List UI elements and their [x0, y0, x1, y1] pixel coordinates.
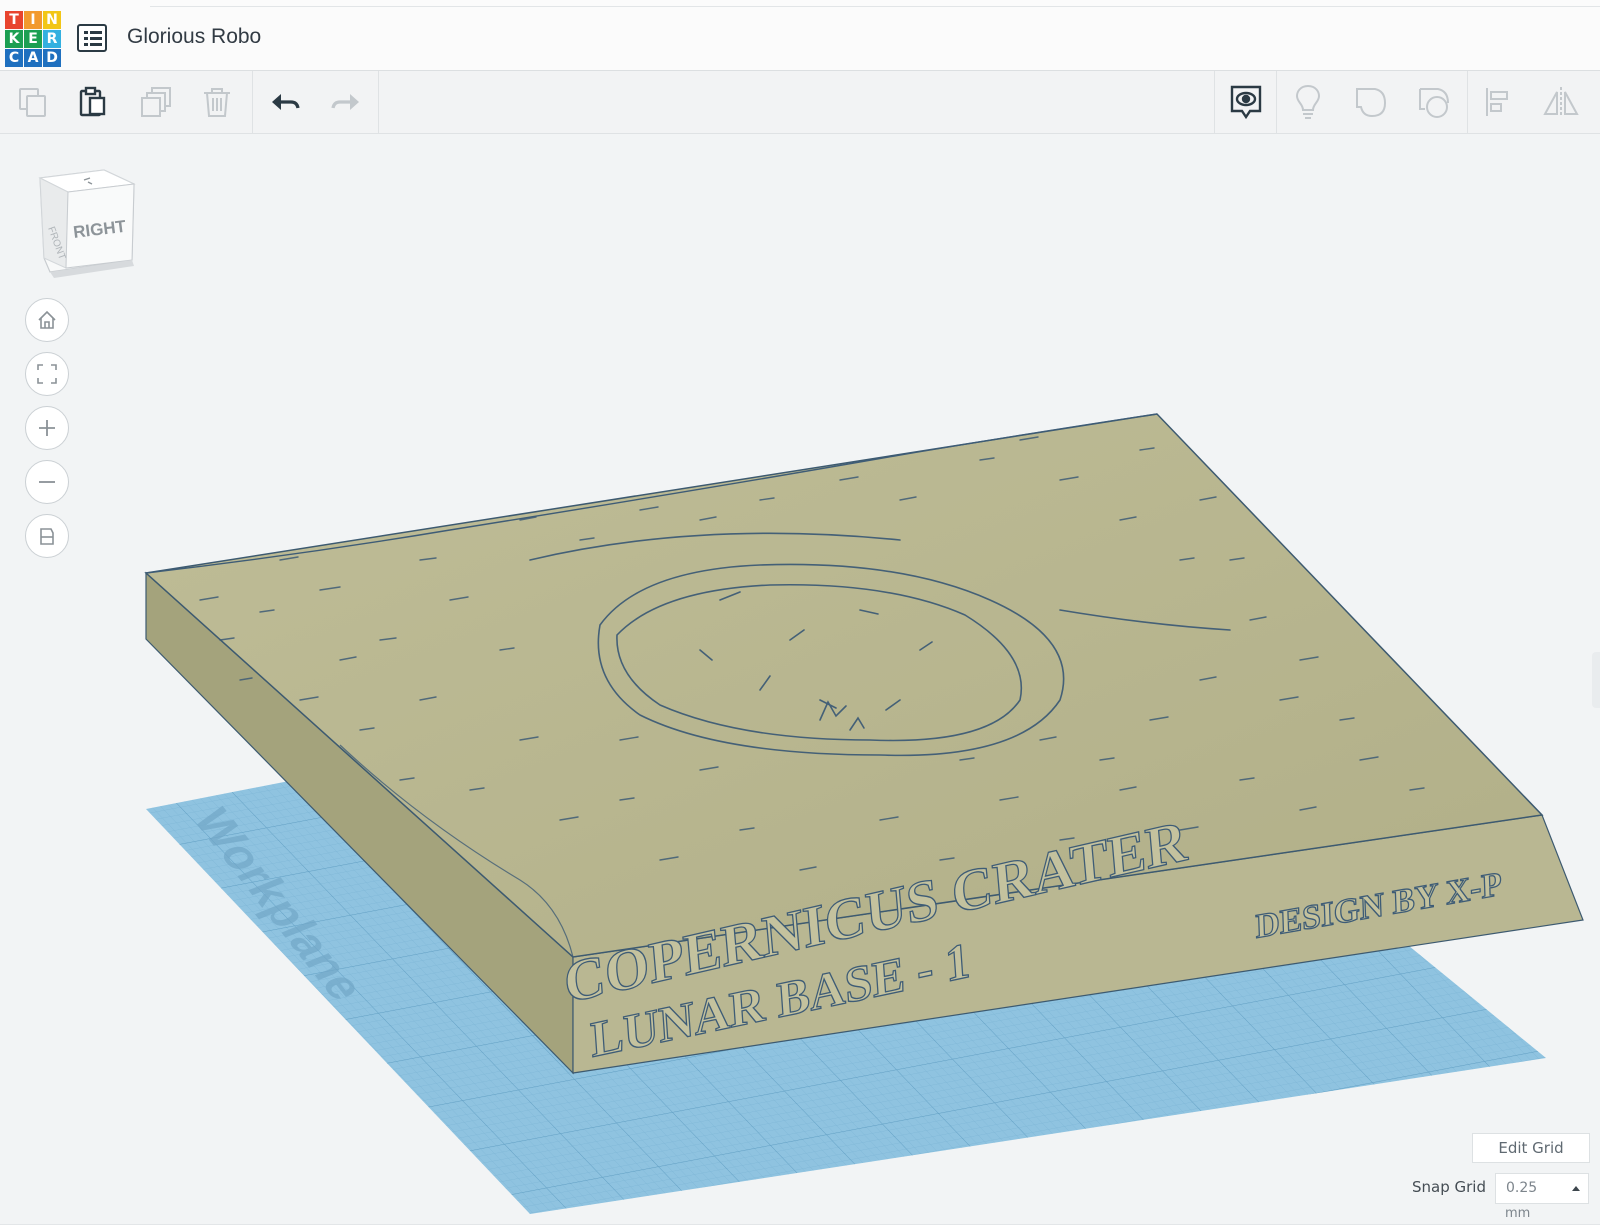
home-view-button[interactable]	[25, 298, 69, 342]
ortho-view-button[interactable]	[25, 514, 69, 558]
mirror-button[interactable]	[1532, 71, 1590, 133]
logo-letter: E	[24, 30, 42, 48]
duplicate-icon	[141, 87, 171, 117]
paste-icon	[79, 86, 106, 117]
redo-button[interactable]	[317, 71, 375, 133]
zoom-in-button[interactable]	[25, 406, 69, 450]
delete-button[interactable]	[188, 71, 246, 133]
snap-grid-select[interactable]: 0.25	[1495, 1173, 1589, 1204]
logo-letter: K	[5, 30, 23, 48]
solid-shape-icon	[1356, 88, 1387, 118]
align-button[interactable]	[1470, 71, 1528, 133]
caret-up-icon	[1572, 1186, 1580, 1191]
undo-button[interactable]	[256, 71, 314, 133]
logo-letter: I	[24, 11, 42, 29]
delete-icon	[204, 88, 230, 117]
logo-letter: A	[24, 49, 42, 67]
fit-view-button[interactable]	[25, 352, 69, 396]
duplicate-button[interactable]	[128, 71, 186, 133]
window-top-line	[150, 6, 1600, 7]
notes-toggle-button[interactable]	[1217, 71, 1275, 133]
ortho-view-icon	[40, 528, 54, 545]
design-list-button[interactable]	[77, 24, 107, 52]
edit-grid-button[interactable]: Edit Grid	[1472, 1133, 1590, 1163]
notes-eye-icon	[1230, 85, 1262, 120]
zoom-out-button[interactable]	[25, 460, 69, 504]
3d-viewport[interactable]: Workplane COPERNICUS CRATER LUNAR BASE -…	[0, 134, 1600, 1224]
redo-icon	[331, 94, 359, 110]
fit-view-icon	[37, 364, 57, 384]
snap-grid-unit: mm	[1505, 1206, 1531, 1221]
logo-letter: N	[43, 11, 61, 29]
solid-button[interactable]	[1342, 71, 1400, 133]
hole-button[interactable]	[1405, 71, 1463, 133]
undo-icon	[272, 94, 300, 110]
logo-letter: D	[43, 49, 61, 67]
hole-shape-icon	[1419, 88, 1449, 118]
copy-icon	[19, 88, 46, 117]
tips-button[interactable]	[1279, 71, 1337, 133]
logo-letter: R	[43, 30, 61, 48]
mirror-icon	[1543, 87, 1579, 117]
view-cube[interactable]: RIGHT FRONT	[36, 168, 140, 278]
logo-letter: T	[5, 11, 23, 29]
snap-grid-value: 0.25	[1506, 1180, 1538, 1196]
design-title[interactable]: Glorious Robo	[127, 25, 261, 49]
snap-grid-label: Snap Grid	[1412, 1178, 1486, 1196]
copy-button[interactable]	[4, 71, 62, 133]
zoom-in-icon	[39, 420, 55, 436]
edit-toolbar	[0, 71, 1600, 134]
zoom-out-icon	[39, 481, 55, 483]
lightbulb-icon	[1295, 84, 1321, 119]
paste-button[interactable]	[64, 71, 122, 133]
home-icon	[38, 310, 56, 329]
logo-letter: C	[5, 49, 23, 67]
top-bar: T I N K E R C A D Glorious Robo	[0, 0, 1600, 71]
align-icon	[1486, 88, 1508, 116]
side-panel-handle[interactable]	[1592, 652, 1600, 708]
tinkercad-logo[interactable]: T I N K E R C A D	[5, 11, 61, 67]
